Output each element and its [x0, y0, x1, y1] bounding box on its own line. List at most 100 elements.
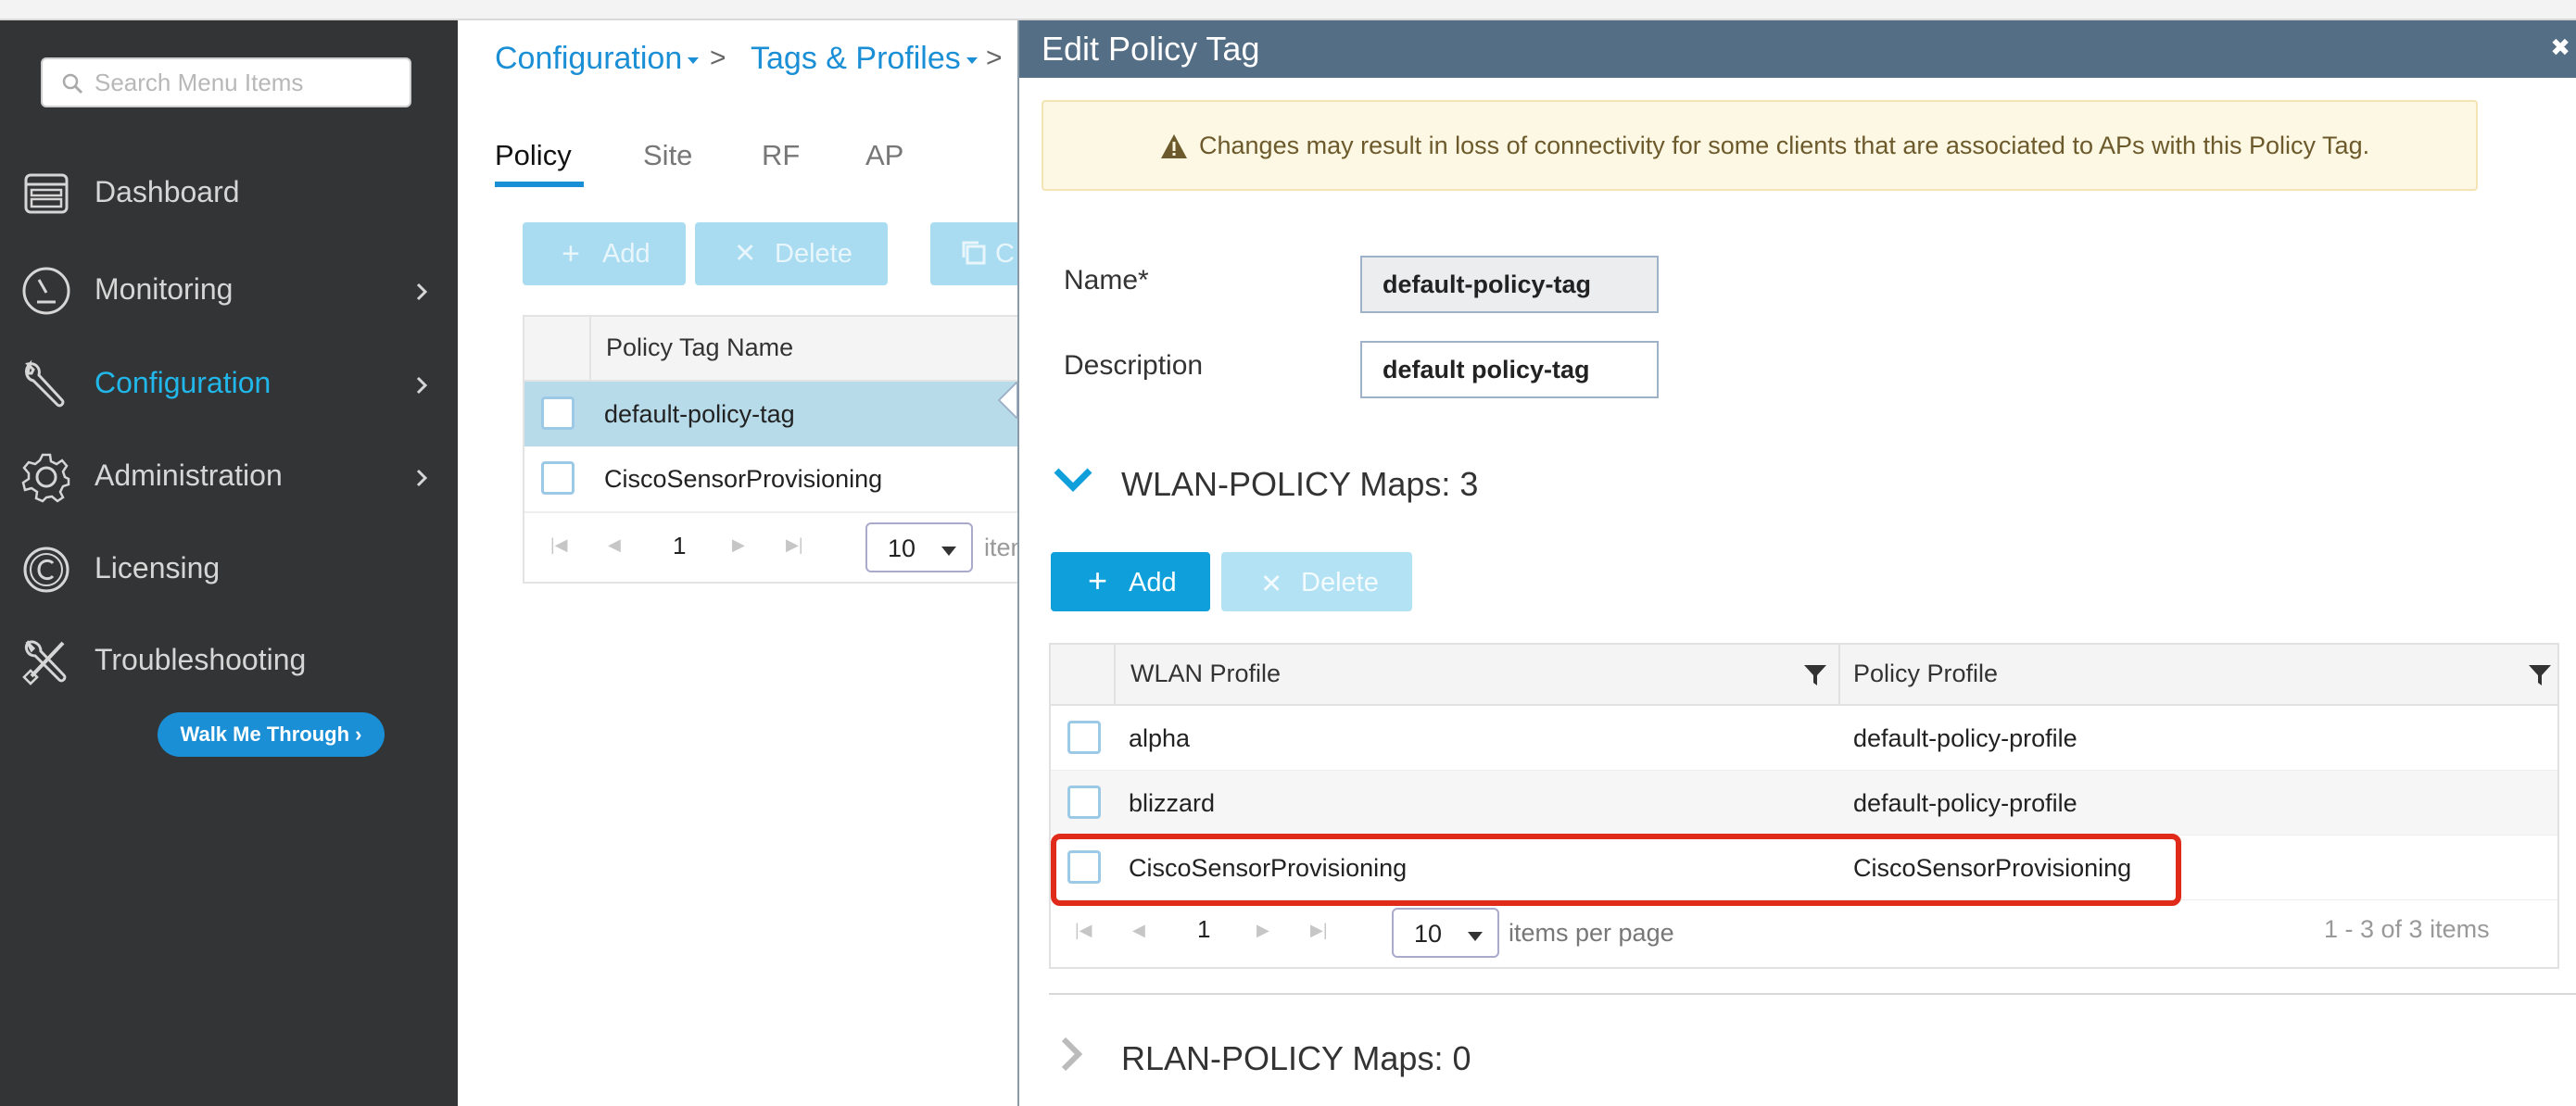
- policy-tag-name: default-policy-tag: [604, 400, 795, 428]
- sidebar-item-label: Troubleshooting: [95, 643, 307, 676]
- add-label: Add: [1129, 568, 1177, 597]
- dialog-header: Edit Policy Tag ✖: [1019, 20, 2576, 78]
- policy-tag-name: CiscoSensorProvisioning: [604, 465, 883, 493]
- wlan-policy-section-title[interactable]: WLAN-POLICY Maps: 3: [1121, 465, 1478, 504]
- sidebar-item-label: Licensing: [95, 551, 221, 584]
- current-page[interactable]: 1: [673, 532, 686, 560]
- prev-page-icon[interactable]: ◀: [608, 535, 621, 555]
- warning-icon: [1161, 134, 1187, 158]
- rlan-policy-section-title[interactable]: RLAN-POLICY Maps: 0: [1121, 1039, 1471, 1078]
- column-header-policy-profile[interactable]: Policy Profile: [1853, 660, 1998, 688]
- page-size-select[interactable]: 10: [1392, 908, 1499, 958]
- wlan-profile-cell: alpha: [1129, 724, 1191, 752]
- name-label: Name*: [1064, 265, 1149, 295]
- sidebar-item-troubleshooting[interactable]: Troubleshooting: [0, 624, 458, 698]
- sidebar-item-administration[interactable]: Administration: [0, 440, 458, 514]
- column-divider: [589, 317, 591, 382]
- sidebar-item-dashboard[interactable]: Dashboard: [0, 157, 458, 231]
- sidebar-item-monitoring[interactable]: Monitoring: [0, 254, 458, 328]
- row-checkbox[interactable]: [1067, 721, 1101, 754]
- clone-label: C: [995, 239, 1015, 269]
- tab-ap[interactable]: AP: [865, 139, 903, 172]
- gauge-icon: [22, 267, 70, 315]
- name-field[interactable]: [1360, 256, 1659, 313]
- caret-down-icon: [966, 57, 978, 64]
- tools-icon: [22, 640, 67, 685]
- policy-profile-cell: default-policy-profile: [1853, 724, 2077, 752]
- clone-button[interactable]: C: [930, 222, 1023, 285]
- page-size-value: 10: [1414, 920, 1443, 948]
- column-header-wlan-profile[interactable]: WLAN Profile: [1130, 660, 1281, 688]
- copy-icon: [962, 241, 986, 265]
- row-checkbox[interactable]: [1067, 786, 1101, 819]
- wrench-icon: [25, 359, 65, 408]
- first-page-icon[interactable]: |◀: [1075, 921, 1092, 940]
- column-divider: [1114, 645, 1116, 706]
- sidebar-item-configuration[interactable]: Configuration: [0, 347, 458, 421]
- add-wlan-button[interactable]: + Add: [1051, 552, 1210, 611]
- last-page-icon[interactable]: ▶|: [1310, 921, 1328, 940]
- plus-icon: +: [562, 236, 580, 271]
- breadcrumb-separator: >: [710, 43, 726, 73]
- browser-top-strip: [0, 0, 2576, 20]
- wlan-profile-cell: blizzard: [1129, 789, 1216, 817]
- next-page-icon[interactable]: ▶: [1256, 921, 1269, 940]
- items-count: 1 - 3 of 3 items: [2324, 915, 2490, 943]
- search-icon: [62, 73, 83, 94]
- prev-page-icon[interactable]: ◀: [1132, 921, 1145, 940]
- dialog-title: Edit Policy Tag: [1042, 30, 1260, 68]
- breadcrumb-tags-profiles[interactable]: Tags & Profiles: [751, 41, 978, 77]
- breadcrumb-label: Tags & Profiles: [751, 41, 961, 76]
- last-page-icon[interactable]: ▶|: [786, 535, 803, 555]
- breadcrumb-configuration[interactable]: Configuration: [495, 41, 700, 77]
- policy-tags-page: Configuration > Tags & Profiles > Policy…: [458, 20, 1025, 1106]
- table-row[interactable]: default-policy-tag: [524, 382, 1025, 446]
- table-row[interactable]: CiscoSensorProvisioning: [524, 446, 1025, 511]
- add-button[interactable]: + Add: [523, 222, 686, 285]
- close-icon: ✕: [734, 239, 757, 269]
- filter-icon[interactable]: [2528, 663, 2552, 687]
- highlight-box: [1051, 834, 2181, 906]
- section-divider: [1049, 993, 2576, 995]
- chevron-right-icon[interactable]: [1060, 1036, 1082, 1073]
- search-box[interactable]: [41, 57, 411, 107]
- copyright-icon: [23, 547, 69, 593]
- chevron-down-icon[interactable]: [1053, 467, 1093, 493]
- tab-policy[interactable]: Policy: [495, 139, 572, 172]
- description-field[interactable]: [1360, 341, 1659, 398]
- warning-alert: Changes may result in loss of connectivi…: [1042, 100, 2478, 191]
- sidebar-item-label: Monitoring: [95, 272, 234, 306]
- next-page-icon[interactable]: ▶: [732, 535, 745, 555]
- first-page-icon[interactable]: |◀: [550, 535, 568, 555]
- close-icon[interactable]: ✖: [2550, 33, 2570, 62]
- sidebar: Dashboard Monitoring Configuration Admin…: [0, 20, 458, 1106]
- delete-wlan-button[interactable]: ✕ Delete: [1221, 552, 1412, 611]
- policy-profile-cell: default-policy-profile: [1853, 789, 2077, 817]
- caret-down-icon: [941, 547, 956, 556]
- column-divider: [1838, 645, 1840, 706]
- chevron-right-icon: [416, 376, 428, 395]
- row-checkbox[interactable]: [541, 396, 575, 430]
- tab-rf[interactable]: RF: [762, 139, 800, 172]
- plus-icon: +: [1088, 561, 1108, 599]
- column-header-policy-tag-name: Policy Tag Name: [606, 333, 794, 361]
- sidebar-item-licensing[interactable]: Licensing: [0, 533, 458, 607]
- page-size-value: 10: [888, 534, 916, 562]
- walk-me-through-button[interactable]: Walk Me Through ›: [158, 712, 385, 757]
- current-page[interactable]: 1: [1197, 915, 1210, 944]
- filter-icon[interactable]: [1803, 663, 1827, 687]
- sidebar-item-label: Administration: [95, 459, 283, 492]
- description-label: Description: [1064, 350, 1204, 381]
- table-row[interactable]: alpha default-policy-profile: [1051, 706, 2557, 771]
- pager-divider: [524, 511, 1025, 513]
- edit-policy-tag-dialog: Edit Policy Tag ✖ Changes may result in …: [1017, 20, 2576, 1106]
- table-row[interactable]: blizzard default-policy-profile: [1051, 771, 2557, 836]
- page-size-select[interactable]: 10: [865, 522, 973, 572]
- breadcrumb-separator: >: [986, 43, 1003, 73]
- delete-button[interactable]: ✕ Delete: [695, 222, 888, 285]
- sidebar-item-label: Configuration: [95, 366, 271, 399]
- caret-down-icon: [1468, 932, 1483, 941]
- row-checkbox[interactable]: [541, 461, 575, 495]
- search-input[interactable]: [95, 67, 400, 98]
- tab-site[interactable]: Site: [643, 139, 692, 172]
